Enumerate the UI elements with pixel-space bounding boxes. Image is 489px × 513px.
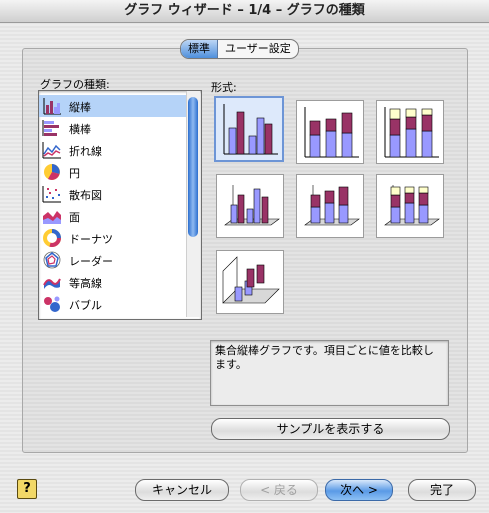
line-chart-icon xyxy=(42,142,61,159)
list-item-scatter[interactable]: 散布図 xyxy=(39,183,187,205)
list-scrollbar[interactable] xyxy=(186,91,200,317)
subtype-3d-100-stacked-column[interactable] xyxy=(376,174,444,238)
list-item-label: 横棒 xyxy=(69,123,91,136)
clustered-column-icon xyxy=(223,104,278,155)
area-chart-icon xyxy=(43,211,61,224)
finish-button[interactable]: 完了 xyxy=(408,479,476,501)
tab-standard[interactable]: 標準 xyxy=(181,40,218,58)
list-item-doughnut[interactable]: ドーナツ xyxy=(39,227,187,249)
list-item-label: 散布図 xyxy=(69,189,102,202)
window-title: グラフ ウィザード – 1/4 – グラフの種類 xyxy=(0,0,489,23)
subtype-label: 形式: xyxy=(211,81,237,94)
list-item-bar[interactable]: 横棒 xyxy=(39,117,187,139)
list-item-column[interactable]: 縦棒 xyxy=(39,95,187,117)
list-item-label: 折れ線 xyxy=(69,145,102,158)
bar-chart-icon xyxy=(42,120,59,136)
cancel-button[interactable]: キャンセル xyxy=(135,479,229,501)
list-item-bubble[interactable]: バブル xyxy=(39,293,187,315)
back-button[interactable]: < 戻る xyxy=(240,479,318,501)
list-item-label: 等高線 xyxy=(69,277,102,290)
list-item-label: レーダー xyxy=(69,255,113,268)
tab-custom[interactable]: ユーザー設定 xyxy=(218,40,298,58)
stacked-column-icon xyxy=(304,107,359,158)
list-item-area[interactable]: 面 xyxy=(39,205,187,227)
column-chart-icon xyxy=(43,98,61,115)
list-item-label: 面 xyxy=(69,211,80,224)
subtype-3d-clustered-column[interactable] xyxy=(216,174,284,238)
next-button[interactable]: 次へ > xyxy=(325,479,393,501)
scrollbar-thumb[interactable] xyxy=(188,97,198,237)
100-stacked-column-icon xyxy=(384,107,439,158)
3d-column-icon xyxy=(222,256,280,304)
chart-description: 集合縦棒グラフです。項目ごとに値を比較します。 xyxy=(210,340,449,406)
list-item-label: 円 xyxy=(69,167,80,180)
list-item-label: バブル xyxy=(69,299,102,312)
3d-stacked-column-icon xyxy=(304,185,360,226)
list-item-pie[interactable]: 円 xyxy=(39,161,187,183)
subtype-stacked-column[interactable] xyxy=(296,100,364,164)
radar-chart-icon xyxy=(43,251,61,269)
scatter-chart-icon xyxy=(42,186,61,203)
preview-sample-button[interactable]: サンプルを表示する xyxy=(211,418,450,440)
help-icon[interactable]: ? xyxy=(17,479,37,499)
list-item-surface[interactable]: 等高線 xyxy=(39,271,187,293)
tab-control: 標準 ユーザー設定 xyxy=(180,39,299,59)
list-item-label: 縦棒 xyxy=(69,101,91,114)
surface-chart-icon xyxy=(43,278,61,289)
subtype-3d-column[interactable] xyxy=(216,250,284,314)
list-item-label: ドーナツ xyxy=(69,233,113,246)
3d-100-stacked-column-icon xyxy=(384,185,440,226)
list-item-line[interactable]: 折れ線 xyxy=(39,139,187,161)
chart-type-list[interactable]: 縦棒 横棒 折れ線 円 散布図 面 ドーナツ レーダー 等高線 バブル xyxy=(38,90,202,320)
pie-chart-icon xyxy=(44,164,60,180)
list-item-radar[interactable]: レーダー xyxy=(39,249,187,271)
subtype-3d-stacked-column[interactable] xyxy=(296,174,364,238)
subtype-clustered-column[interactable] xyxy=(214,96,284,162)
3d-clustered-column-icon xyxy=(224,185,280,226)
doughnut-chart-icon xyxy=(43,229,61,247)
subtype-100-stacked-column[interactable] xyxy=(376,100,444,164)
bubble-chart-icon xyxy=(44,296,60,312)
